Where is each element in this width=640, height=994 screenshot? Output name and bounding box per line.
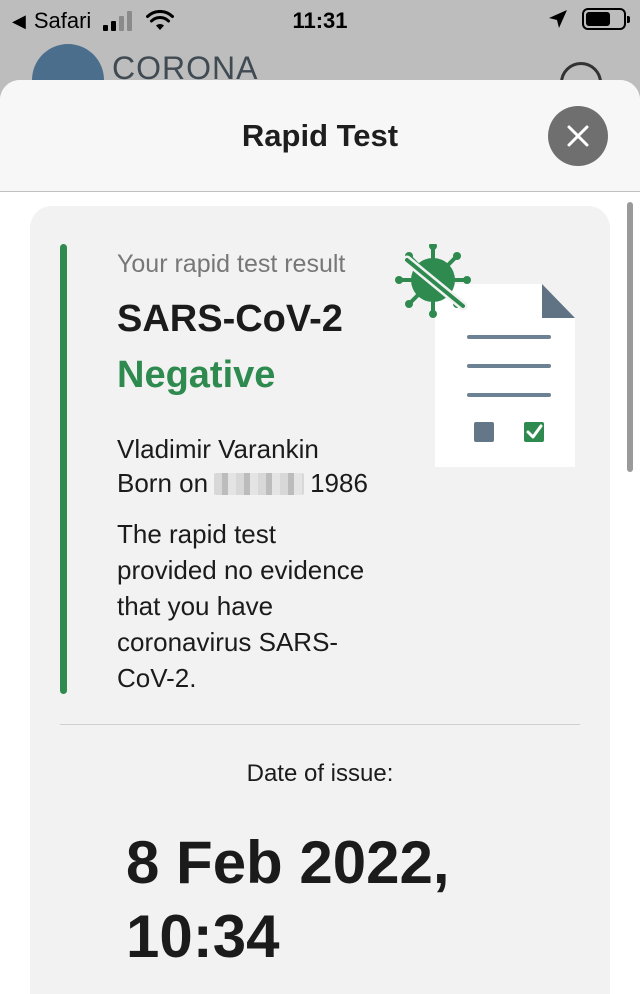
scrollbar[interactable] — [627, 202, 633, 472]
close-icon — [567, 125, 589, 147]
result-caption: Your rapid test result — [117, 250, 346, 278]
result-description: The rapid test provided no evidence that… — [117, 519, 365, 693]
birth-prefix: Born on — [117, 468, 209, 498]
issue-date-value: 8 Feb 2022, 10:34 — [126, 829, 450, 970]
rapid-test-sheet: Rapid Test Your rapid test result SARS-C… — [0, 80, 640, 994]
result-accent-bar — [60, 244, 67, 694]
redacted-birth-date — [214, 472, 305, 495]
close-button[interactable] — [548, 106, 608, 166]
issue-date-label: Date of issue: — [246, 760, 394, 787]
result-status: Negative — [117, 354, 276, 396]
test-document-illustration — [395, 244, 575, 467]
birth-year: 1986 — [310, 468, 368, 498]
result-card: Your rapid test result SARS-CoV-2 Negati… — [30, 206, 610, 994]
sheet-title: Rapid Test — [241, 118, 399, 153]
divider — [60, 724, 580, 725]
location-icon — [549, 10, 567, 28]
screen: ◀ Safari 11:31 CORONA Rapid Test Your ra… — [0, 0, 640, 994]
birth-date: Born on 1986 — [117, 468, 368, 499]
status-time: 11:31 — [292, 8, 348, 33]
checkbox-icon — [524, 422, 544, 442]
status-right — [548, 8, 630, 30]
person-name: Vladimir Varankin — [117, 434, 319, 464]
battery-icon — [582, 8, 630, 30]
sheet-header: Rapid Test — [0, 80, 640, 192]
status-bar: ◀ Safari 11:31 — [0, 0, 640, 44]
document-icon — [435, 284, 575, 467]
virus-icon — [395, 244, 471, 318]
virus-name: SARS-CoV-2 — [117, 298, 343, 340]
